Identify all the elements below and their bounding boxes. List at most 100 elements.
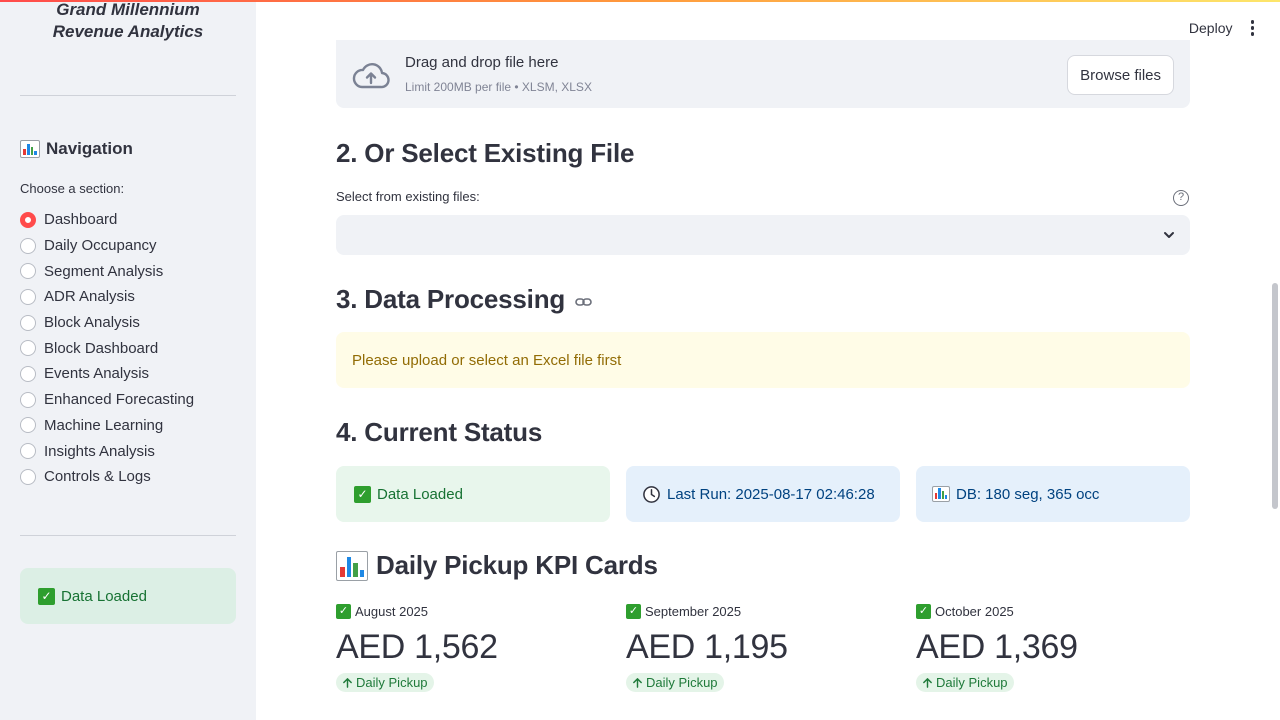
check-mark-icon: ✓ bbox=[336, 603, 351, 619]
brand-title: Grand Millennium Revenue Analytics bbox=[0, 0, 256, 43]
bar-chart-icon bbox=[336, 550, 368, 581]
select-existing-label: Select from existing files: bbox=[336, 189, 480, 204]
kpi-card-september: ✓ September 2025 AED 1,195 Daily Pickup bbox=[626, 600, 900, 693]
radio-label: Block Analysis bbox=[44, 314, 140, 332]
kpi-label-text: September 2025 bbox=[645, 603, 742, 619]
bar-chart-icon bbox=[932, 486, 950, 502]
sidebar-status-text: Data Loaded bbox=[61, 587, 147, 605]
section-title-text: Daily Pickup KPI Cards bbox=[376, 550, 658, 580]
uploader-limit-text: Limit 200MB per file • XLSM, XLSX bbox=[405, 80, 592, 94]
radio-label: Machine Learning bbox=[44, 416, 164, 434]
section-title-text: 2. Or Select Existing File bbox=[336, 138, 635, 168]
kpi-delta-text: Daily Pickup bbox=[356, 675, 428, 690]
radio-button[interactable] bbox=[20, 314, 36, 331]
radio-label: Block Dashboard bbox=[44, 339, 159, 357]
radio-button[interactable] bbox=[20, 365, 36, 382]
navigation-heading: Navigation bbox=[20, 139, 133, 159]
help-icon[interactable]: ? bbox=[1173, 190, 1189, 206]
choose-section-label: Choose a section: bbox=[20, 181, 125, 196]
uploader-title: Drag and drop file here bbox=[405, 54, 559, 71]
status-card-data-loaded: ✓ Data Loaded bbox=[336, 466, 610, 522]
clock-icon bbox=[643, 485, 660, 503]
kpi-delta-text: Daily Pickup bbox=[936, 675, 1008, 690]
radio-button[interactable] bbox=[20, 263, 36, 280]
status-card-text: DB: 180 seg, 365 occ bbox=[956, 485, 1100, 503]
app-header-actions: Deploy bbox=[1189, 18, 1258, 38]
section-title-text: 3. Data Processing bbox=[336, 284, 566, 314]
bar-chart-icon bbox=[20, 140, 40, 158]
main-menu-icon[interactable] bbox=[1247, 18, 1259, 38]
radio-label: Enhanced Forecasting bbox=[44, 391, 195, 409]
file-uploader-dropzone[interactable]: Drag and drop file here Limit 200MB per … bbox=[336, 40, 1190, 108]
top-accent-bar bbox=[0, 0, 1280, 2]
existing-file-select[interactable] bbox=[336, 215, 1190, 255]
cloud-upload-icon bbox=[352, 63, 390, 89]
radio-button[interactable] bbox=[20, 288, 36, 305]
main-content: Deploy Drag and drop file here Limit 200… bbox=[256, 0, 1280, 720]
check-mark-icon: ✓ bbox=[626, 603, 641, 619]
radio-button[interactable] bbox=[20, 417, 36, 434]
sidebar-status-alert: ✓ Data Loaded bbox=[20, 568, 236, 624]
radio-button[interactable] bbox=[20, 443, 36, 460]
radio-adr-analysis[interactable]: ADR Analysis bbox=[20, 284, 194, 310]
link-icon[interactable] bbox=[575, 296, 593, 308]
kpi-label-text: October 2025 bbox=[935, 603, 1014, 619]
brand-line-1: Grand Millennium bbox=[56, 0, 200, 19]
check-mark-icon: ✓ bbox=[354, 485, 371, 503]
kpi-card-october: ✓ October 2025 AED 1,369 Daily Pickup bbox=[916, 600, 1190, 693]
arrow-up-icon bbox=[923, 678, 932, 688]
radio-machine-learning[interactable]: Machine Learning bbox=[20, 413, 194, 439]
section-current-status-title: 4. Current Status bbox=[336, 417, 542, 448]
kpi-label: ✓ September 2025 bbox=[626, 600, 900, 622]
kpi-card-august: ✓ August 2025 AED 1,562 Daily Pickup bbox=[336, 600, 610, 693]
navigation-heading-text: Navigation bbox=[46, 139, 133, 158]
radio-controls-logs[interactable]: Controls & Logs bbox=[20, 464, 194, 490]
sidebar: Grand Millennium Revenue Analytics Navig… bbox=[0, 0, 256, 720]
browse-files-button[interactable]: Browse files bbox=[1067, 55, 1174, 95]
section-radio-group: Dashboard Daily Occupancy Segment Analys… bbox=[20, 207, 194, 490]
radio-block-analysis[interactable]: Block Analysis bbox=[20, 310, 194, 336]
kpi-label: ✓ October 2025 bbox=[916, 600, 1190, 622]
status-card-text: Last Run: 2025-08-17 02:46:28 bbox=[667, 485, 875, 503]
section-select-existing-title: 2. Or Select Existing File bbox=[336, 138, 634, 169]
radio-insights-analysis[interactable]: Insights Analysis bbox=[20, 438, 194, 464]
radio-dashboard[interactable]: Dashboard bbox=[20, 207, 194, 233]
radio-label: ADR Analysis bbox=[44, 288, 135, 306]
warning-text: Please upload or select an Excel file fi… bbox=[352, 351, 622, 369]
section-title-text: 4. Current Status bbox=[336, 417, 543, 447]
radio-label: Insights Analysis bbox=[44, 442, 155, 460]
kpi-value: AED 1,369 bbox=[916, 628, 1078, 666]
radio-daily-occupancy[interactable]: Daily Occupancy bbox=[20, 233, 194, 259]
radio-button[interactable] bbox=[20, 391, 36, 408]
radio-block-dashboard[interactable]: Block Dashboard bbox=[20, 335, 194, 361]
main-scrollbar[interactable] bbox=[1272, 283, 1278, 509]
warning-alert: Please upload or select an Excel file fi… bbox=[336, 332, 1190, 388]
status-card-db: DB: 180 seg, 365 occ bbox=[916, 466, 1190, 522]
kpi-value: AED 1,562 bbox=[336, 628, 498, 666]
chevron-down-icon bbox=[1164, 232, 1174, 238]
kpi-value: AED 1,195 bbox=[626, 628, 788, 666]
kpi-label: ✓ August 2025 bbox=[336, 600, 610, 622]
section-data-processing-title: 3. Data Processing bbox=[336, 284, 593, 315]
arrow-up-icon bbox=[343, 678, 352, 688]
status-card-last-run: Last Run: 2025-08-17 02:46:28 bbox=[626, 466, 900, 522]
radio-enhanced-forecasting[interactable]: Enhanced Forecasting bbox=[20, 387, 194, 413]
radio-label: Dashboard bbox=[44, 211, 118, 229]
radio-label: Daily Occupancy bbox=[44, 237, 157, 255]
radio-events-analysis[interactable]: Events Analysis bbox=[20, 361, 194, 387]
check-mark-icon: ✓ bbox=[38, 587, 55, 605]
radio-button[interactable] bbox=[20, 237, 36, 254]
deploy-button[interactable]: Deploy bbox=[1189, 20, 1233, 36]
check-mark-icon: ✓ bbox=[916, 603, 931, 619]
kpi-label-text: August 2025 bbox=[355, 603, 429, 619]
arrow-up-icon bbox=[633, 678, 642, 688]
radio-segment-analysis[interactable]: Segment Analysis bbox=[20, 258, 194, 284]
radio-button-selected[interactable] bbox=[20, 211, 36, 228]
kpi-delta: Daily Pickup bbox=[626, 673, 724, 692]
radio-button[interactable] bbox=[20, 340, 36, 357]
sidebar-divider-top bbox=[20, 95, 236, 96]
status-card-text: Data Loaded bbox=[377, 485, 463, 503]
radio-label: Controls & Logs bbox=[44, 468, 151, 486]
radio-button[interactable] bbox=[20, 468, 36, 485]
kpi-delta: Daily Pickup bbox=[336, 673, 434, 692]
